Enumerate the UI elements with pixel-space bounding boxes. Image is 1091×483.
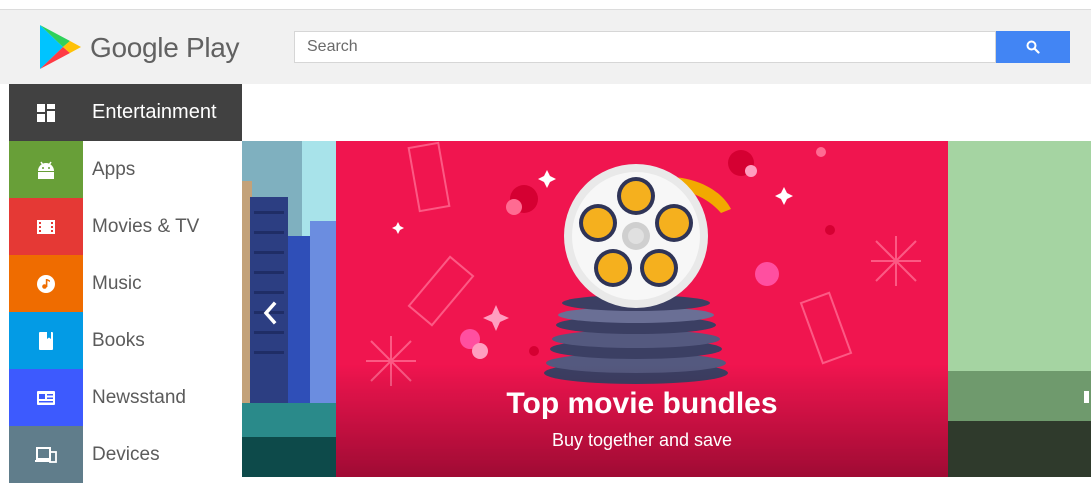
top-border <box>0 0 1091 10</box>
nav-item-apps[interactable]: Apps <box>9 141 242 198</box>
search-button[interactable] <box>996 31 1070 63</box>
search-icon <box>1026 40 1040 54</box>
category-nav: Entertainment Apps Movies & TV Music Boo… <box>9 84 242 483</box>
featured-carousel: Top movie bundles Buy together and save <box>242 141 1091 477</box>
city-illustration <box>242 141 336 477</box>
banner-top-movie-bundles[interactable]: Top movie bundles Buy together and save <box>336 141 948 477</box>
book-icon <box>39 331 53 350</box>
newspaper-icon <box>37 390 55 405</box>
nav-item-label: Apps <box>92 158 136 180</box>
nav-item-label: Entertainment <box>92 101 217 123</box>
search-input[interactable] <box>295 32 987 62</box>
google-play-logo-icon[interactable] <box>38 24 82 70</box>
nav-item-label: Newsstand <box>92 386 186 408</box>
nav-item-newsstand[interactable]: Newsstand <box>9 369 242 426</box>
next-banner-illustration <box>948 141 1091 477</box>
carousel-prev-button[interactable] <box>258 295 282 331</box>
devices-icon <box>35 446 57 463</box>
nav-item-entertainment[interactable]: Entertainment <box>9 84 242 141</box>
nav-item-movies-tv[interactable]: Movies & TV <box>9 198 242 255</box>
nav-item-label: Books <box>92 329 145 351</box>
brand-name[interactable]: Google Play <box>90 32 240 64</box>
banner-title: Top movie bundles <box>506 387 778 420</box>
nav-item-books[interactable]: Books <box>9 312 242 369</box>
search-box[interactable] <box>294 31 996 63</box>
banner-caption-overlay <box>336 365 948 477</box>
nav-item-label: Music <box>92 272 142 294</box>
grid-icon <box>37 103 55 122</box>
header-bar: Google Play <box>0 10 1091 84</box>
nav-item-devices[interactable]: Devices <box>9 426 242 483</box>
banner-subtitle: Buy together and save <box>551 430 733 450</box>
nav-item-music[interactable]: Music <box>9 255 242 312</box>
nav-item-label: Devices <box>92 443 160 465</box>
next-banner-preview[interactable] <box>948 141 1091 477</box>
chevron-left-icon <box>263 301 277 325</box>
nav-item-label: Movies & TV <box>92 215 200 237</box>
android-icon <box>38 161 54 179</box>
film-icon <box>37 219 55 234</box>
music-note-icon <box>37 274 55 293</box>
